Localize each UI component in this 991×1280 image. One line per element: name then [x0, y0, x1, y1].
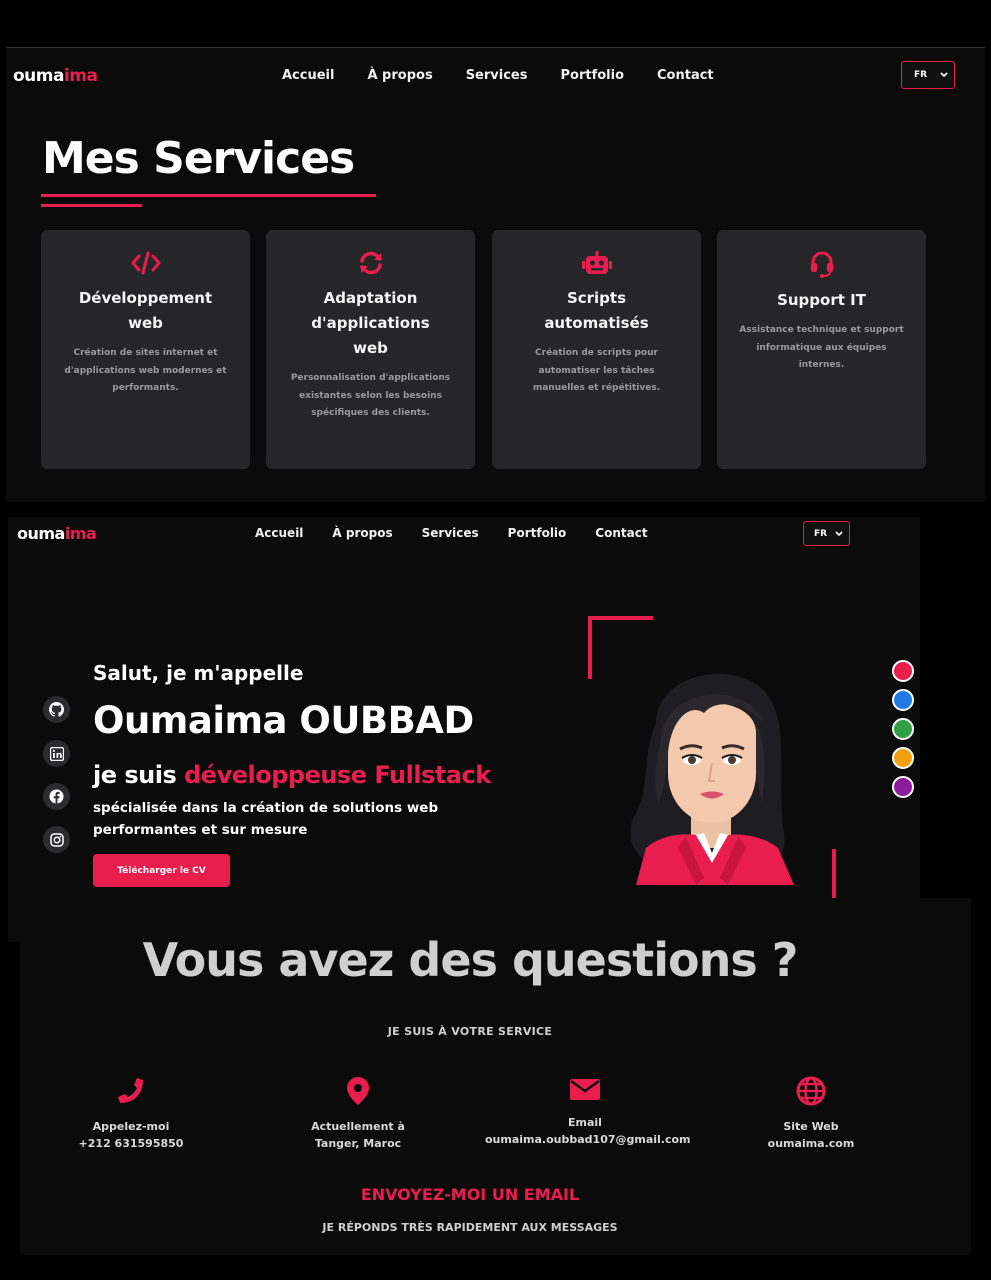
theme-color-blue[interactable]	[892, 689, 914, 711]
logo[interactable]: oumaima	[13, 66, 98, 86]
main-nav: Accueil À propos Services Portfolio Cont…	[282, 68, 714, 83]
contact-website[interactable]: Site Web oumaima.com	[711, 1076, 911, 1152]
contact-label: Site Web	[783, 1120, 839, 1133]
contact-email[interactable]: Email oumaima.oubbad107@gmail.com	[485, 1076, 691, 1148]
role-prefix: je suis	[93, 761, 185, 789]
download-cv-button[interactable]: Télécharger le CV	[93, 854, 230, 887]
nav-accueil[interactable]: Accueil	[282, 68, 334, 83]
contact-phone[interactable]: Appelez-moi +212 631595850	[31, 1076, 231, 1152]
nav-services[interactable]: Services	[422, 526, 479, 540]
service-description: Création de sites internet et d'applicat…	[64, 348, 227, 393]
contact-value: oumaima.com	[767, 1137, 855, 1150]
instagram-link[interactable]	[43, 826, 70, 853]
globe-icon	[796, 1076, 826, 1106]
greeting: Salut, je m'appelle	[93, 661, 304, 685]
service-card-adaptation[interactable]: Adaptation d'applications web Personnalisa…	[266, 230, 475, 469]
hero-description: spécialisée dans la création de solution…	[93, 800, 439, 838]
main-nav: Accueil À propos Services Portfolio Cont…	[255, 526, 648, 540]
robot-icon	[581, 251, 612, 274]
language-select[interactable]: FR	[803, 521, 850, 546]
nav-contact[interactable]: Contact	[595, 526, 647, 540]
contact-label: Email	[568, 1116, 602, 1129]
logo-text: ouma	[17, 524, 65, 543]
services-section: oumaima Accueil À propos Services Portfo…	[6, 47, 985, 502]
contact-label: Actuellement à	[311, 1120, 405, 1133]
linkedin-link[interactable]	[43, 740, 70, 767]
language-select[interactable]: FR	[901, 61, 955, 89]
code-icon	[131, 251, 160, 275]
nav-portfolio[interactable]: Portfolio	[508, 526, 567, 540]
headset-icon	[810, 251, 833, 278]
contact-value: Tanger, Maroc	[314, 1137, 402, 1150]
service-title: Développement web	[78, 289, 213, 332]
logo-accent-text: ima	[63, 66, 98, 86]
email-icon	[570, 1079, 600, 1100]
contact-value: +212 631595850	[78, 1137, 184, 1150]
language-value: FR	[914, 70, 928, 80]
hero-name: Oumaima OUBBAD	[93, 699, 474, 742]
chevron-down-icon	[835, 530, 843, 536]
hero-section: oumaima Accueil À propos Services Portfo…	[8, 517, 920, 942]
theme-color-orange[interactable]	[892, 747, 914, 769]
instagram-icon	[49, 832, 64, 847]
theme-color-purple[interactable]	[892, 776, 914, 798]
email-cta-subtitle: JE RÉPONDS TRÈS RAPIDEMENT AUX MESSAGES	[322, 1221, 618, 1234]
service-description: Personnalisation d'applications existant…	[290, 373, 451, 418]
services-title: Mes Services	[42, 133, 355, 184]
theme-color-green[interactable]	[892, 718, 914, 740]
github-link[interactable]	[43, 696, 70, 723]
contact-value: oumaima.oubbad107@gmail.com	[485, 1133, 691, 1146]
facebook-icon	[49, 789, 64, 804]
service-card-scripts[interactable]: Scripts automatisés Création de scripts p…	[492, 230, 701, 469]
service-title: Adaptation d'applications web	[311, 289, 430, 357]
contact-title: Vous avez des questions ?	[142, 933, 799, 987]
nav-portfolio[interactable]: Portfolio	[560, 68, 624, 83]
avatar	[630, 673, 794, 885]
title-underline	[41, 194, 376, 197]
nav-a-propos[interactable]: À propos	[332, 526, 392, 540]
linkedin-icon	[49, 746, 64, 761]
logo-text: ouma	[13, 66, 64, 86]
email-cta-title[interactable]: ENVOYEZ-MOI UN EMAIL	[20, 1185, 920, 1204]
service-card-web[interactable]: Développement web Création de sites inter…	[41, 230, 250, 469]
service-title: Support IT	[777, 291, 866, 309]
logo[interactable]: oumaima	[17, 524, 97, 543]
phone-icon	[118, 1078, 143, 1103]
facebook-link[interactable]	[43, 783, 70, 810]
language-value: FR	[814, 528, 828, 539]
service-description: Création de scripts pour automatiser les…	[532, 348, 661, 393]
nav-services[interactable]: Services	[466, 68, 528, 83]
title-underline-short	[41, 204, 142, 207]
role-highlight: développeuse Fullstack	[184, 761, 491, 789]
theme-color-red[interactable]	[892, 660, 914, 682]
contact-location[interactable]: Actuellement à Tanger, Maroc	[258, 1076, 458, 1152]
nav-contact[interactable]: Contact	[657, 68, 714, 83]
service-card-support[interactable]: Support IT Assistance technique et suppo…	[717, 230, 926, 469]
sync-icon	[359, 251, 382, 275]
contact-subtitle: JE SUIS À VOTRE SERVICE	[387, 1025, 553, 1038]
service-title: Scripts automatisés	[544, 289, 649, 332]
service-description: Assistance technique et support informat…	[739, 325, 904, 370]
contact-section: Vous avez des questions ? JE SUIS À VOTR…	[20, 898, 971, 1255]
hero-role: je suis développeuse Fullstack	[93, 761, 491, 789]
chevron-down-icon	[940, 72, 948, 78]
nav-a-propos[interactable]: À propos	[367, 68, 432, 83]
github-icon	[49, 702, 64, 717]
nav-accueil[interactable]: Accueil	[255, 526, 303, 540]
logo-accent-text: ima	[64, 524, 97, 543]
location-icon	[347, 1077, 369, 1105]
contact-label: Appelez-moi	[92, 1120, 170, 1133]
